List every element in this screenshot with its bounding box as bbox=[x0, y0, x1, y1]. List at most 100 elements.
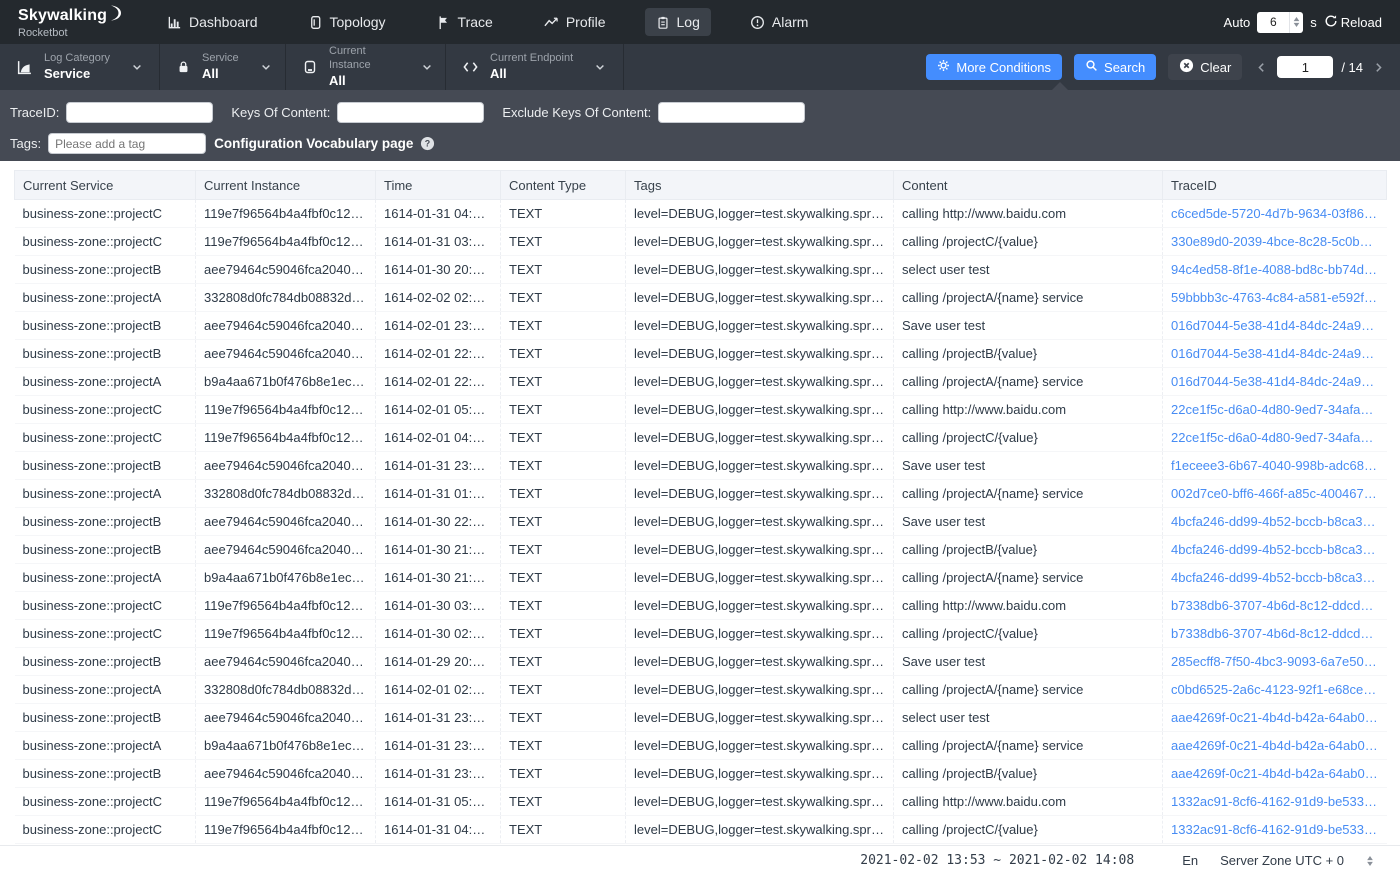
table-row: business-zone::projectC119e7f96564b4a4fb… bbox=[15, 788, 1387, 816]
table-row: business-zone::projectBaee79464c59046fca… bbox=[15, 452, 1387, 480]
cell-time: 1614-01-31 05:14:06 bbox=[376, 788, 501, 816]
cell-content: calling http://www.baidu.com bbox=[894, 592, 1163, 620]
vocabulary-page-link[interactable]: Configuration Vocabulary page bbox=[214, 136, 413, 151]
auto-reload-controls: Auto 6 s Reload bbox=[1224, 12, 1400, 33]
skywalking-log-page: Skywalking Rocketbot Dashboard Topology bbox=[0, 0, 1400, 875]
nav-item-profile[interactable]: Profile bbox=[532, 8, 617, 36]
nav-item-log[interactable]: Log bbox=[645, 8, 711, 36]
log-toolbar: Log Category Service Service All bbox=[0, 44, 1400, 90]
cell-trace-id[interactable]: 002d7ce0-bff6-466f-a85c-4004677d8fbf bbox=[1163, 480, 1387, 508]
table-row: business-zone::projectA332808d0fc784db08… bbox=[15, 284, 1387, 312]
search-button[interactable]: Search bbox=[1074, 54, 1156, 80]
logo-title: Skywalking bbox=[18, 7, 107, 25]
question-circle-icon[interactable]: ? bbox=[420, 136, 435, 151]
cell-tags: level=DEBUG,logger=test.skywalking.sprin… bbox=[626, 284, 894, 312]
nav-item-trace[interactable]: Trace bbox=[425, 8, 504, 36]
reload-button[interactable]: Reload bbox=[1324, 14, 1382, 31]
cell-trace-id[interactable]: f1eceee3-6b67-4040-998b-adc6871261c1 bbox=[1163, 452, 1387, 480]
time-range-picker[interactable]: 2021-02-02 13:53 ~ 2021-02-02 14:08 bbox=[860, 853, 1134, 868]
exclude-keys-input[interactable] bbox=[658, 102, 805, 123]
cell-trace-id[interactable]: b7338db6-3707-4b6d-8c12-ddcdabbdb45a bbox=[1163, 592, 1387, 620]
more-conditions-button[interactable]: More Conditions bbox=[926, 54, 1062, 80]
clear-button[interactable]: Clear bbox=[1168, 54, 1242, 80]
nav-item-label: Log bbox=[677, 14, 700, 30]
auto-label: Auto bbox=[1224, 15, 1251, 30]
nav-item-topology[interactable]: Topology bbox=[297, 8, 397, 36]
table-row: business-zone::projectC119e7f96564b4a4fb… bbox=[15, 228, 1387, 256]
cell-trace-id[interactable]: 016d7044-5e38-41d4-84dc-24a98624a30e bbox=[1163, 312, 1387, 340]
cell-trace-id[interactable]: 59bbbb3c-4763-4c84-a581-e592f39865bd bbox=[1163, 284, 1387, 312]
cell-instance: 119e7f96564b4a4fbf0c128a7b0... bbox=[196, 424, 376, 452]
cell-trace-id[interactable]: aae4269f-0c21-4b4d-b42a-64ab08808ac8 bbox=[1163, 732, 1387, 760]
nav-item-alarm[interactable]: Alarm bbox=[739, 8, 820, 36]
cell-time: 1614-02-01 22:56:06 bbox=[376, 368, 501, 396]
cell-trace-id[interactable]: 22ce1f5c-d6a0-4d80-9ed7-34afa1be2490 bbox=[1163, 424, 1387, 452]
cell-trace-id[interactable]: 4bcfa246-dd99-4b52-bccb-b8ca3dc5fc94 bbox=[1163, 536, 1387, 564]
cell-trace-id[interactable]: aae4269f-0c21-4b4d-b42a-64ab08808ac8 bbox=[1163, 760, 1387, 788]
trace-id-input[interactable] bbox=[66, 102, 213, 123]
zone-stepper-arrows-icon[interactable] bbox=[1366, 856, 1374, 866]
keys-of-content-input[interactable] bbox=[337, 102, 484, 123]
search-icon bbox=[1085, 59, 1098, 75]
cell-instance: aee79464c59046fca2040a6c68... bbox=[196, 536, 376, 564]
table-row: business-zone::projectAb9a4aa671b0f476b8… bbox=[15, 368, 1387, 396]
selector-value: Service bbox=[44, 66, 110, 82]
chevron-left-icon[interactable] bbox=[1254, 59, 1269, 76]
table-row: business-zone::projectBaee79464c59046fca… bbox=[15, 312, 1387, 340]
cell-trace-id[interactable]: 4bcfa246-dd99-4b52-bccb-b8ca3dc5fc94 bbox=[1163, 564, 1387, 592]
cell-trace-id[interactable]: 016d7044-5e38-41d4-84dc-24a98624a30e bbox=[1163, 368, 1387, 396]
cell-content: calling http://www.baidu.com bbox=[894, 200, 1163, 228]
auto-interval-value: 6 bbox=[1257, 15, 1289, 29]
cell-instance: 119e7f96564b4a4fbf0c128a7b0... bbox=[196, 788, 376, 816]
cell-time: 1614-01-31 23:31:05 bbox=[376, 452, 501, 480]
log-category-select[interactable]: Log Category Service bbox=[0, 44, 160, 90]
cell-tags: level=DEBUG,logger=test.skywalking.sprin… bbox=[626, 564, 894, 592]
page-number-input[interactable] bbox=[1277, 56, 1333, 78]
cell-tags: level=DEBUG,logger=test.skywalking.sprin… bbox=[626, 704, 894, 732]
cell-service: business-zone::projectB bbox=[15, 452, 196, 480]
table-row: business-zone::projectBaee79464c59046fca… bbox=[15, 760, 1387, 788]
cell-trace-id[interactable]: 1332ac91-8cf6-4162-91d9-be53361168a9 bbox=[1163, 788, 1387, 816]
cell-trace-id[interactable]: c6ced5de-5720-4d7b-9634-03f86ff55d30 bbox=[1163, 200, 1387, 228]
cell-trace-id[interactable]: aae4269f-0c21-4b4d-b42a-64ab08808ac8 bbox=[1163, 704, 1387, 732]
tags-label: Tags: bbox=[10, 136, 41, 151]
cell-service: business-zone::projectC bbox=[15, 396, 196, 424]
column-header-time: Time bbox=[376, 171, 501, 200]
current-endpoint-select[interactable]: Current Endpoint All bbox=[446, 44, 624, 90]
column-header-content: Content bbox=[894, 171, 1163, 200]
cell-service: business-zone::projectB bbox=[15, 256, 196, 284]
cell-trace-id[interactable]: 1332ac91-8cf6-4162-91d9-be53361168a9 bbox=[1163, 816, 1387, 844]
cell-service: business-zone::projectA bbox=[15, 564, 196, 592]
cell-trace-id[interactable]: 330e89d0-2039-4bce-8c28-5c0ba6bc8ce7 bbox=[1163, 228, 1387, 256]
tags-input[interactable] bbox=[48, 133, 206, 154]
cell-tags: level=DEBUG,logger=test.skywalking.sprin… bbox=[626, 424, 894, 452]
stepper-arrows-icon[interactable] bbox=[1289, 12, 1303, 33]
cell-trace-id[interactable]: b7338db6-3707-4b6d-8c12-ddcdabbdb45a bbox=[1163, 620, 1387, 648]
table-row: business-zone::projectC119e7f96564b4a4fb… bbox=[15, 424, 1387, 452]
cell-trace-id[interactable]: 94c4ed58-8f1e-4088-bd8c-bb74d8eca703 bbox=[1163, 256, 1387, 284]
nav-item-label: Topology bbox=[330, 14, 386, 30]
current-instance-select[interactable]: Current Instance All bbox=[286, 44, 446, 90]
cell-instance: 332808d0fc784db08832d40f683... bbox=[196, 480, 376, 508]
cell-trace-id[interactable]: c0bd6525-2a6c-4123-92f1-e68ce57f767d bbox=[1163, 676, 1387, 704]
cell-trace-id[interactable]: 016d7044-5e38-41d4-84dc-24a98624a30e bbox=[1163, 340, 1387, 368]
cell-time: 1614-01-31 04:03:04 bbox=[376, 200, 501, 228]
cell-instance: b9a4aa671b0f476b8e1ece6fd8f... bbox=[196, 564, 376, 592]
language-toggle[interactable]: En bbox=[1182, 853, 1198, 868]
chevron-right-icon[interactable] bbox=[1371, 59, 1386, 76]
nav-item-label: Dashboard bbox=[189, 14, 258, 30]
cell-time: 1614-02-01 23:56:07 bbox=[376, 312, 501, 340]
service-select[interactable]: Service All bbox=[160, 44, 286, 90]
cell-trace-id[interactable]: 285ecff8-7f50-4bc3-9093-6a7e50b6a9a3 bbox=[1163, 648, 1387, 676]
nav-item-dashboard[interactable]: Dashboard bbox=[156, 8, 269, 36]
cell-trace-id[interactable]: 4bcfa246-dd99-4b52-bccb-b8ca3dc5fc94 bbox=[1163, 508, 1387, 536]
cell-trace-id[interactable]: 22ce1f5c-d6a0-4d80-9ed7-34afa1be2490 bbox=[1163, 396, 1387, 424]
table-header-row: Current Service Current Instance Time Co… bbox=[15, 171, 1387, 200]
cell-content-type: TEXT bbox=[501, 704, 626, 732]
device-icon bbox=[302, 59, 318, 75]
panel-notch bbox=[1052, 82, 1068, 90]
table-row: business-zone::projectC119e7f96564b4a4fb… bbox=[15, 200, 1387, 228]
auto-interval-input[interactable]: 6 bbox=[1257, 12, 1303, 33]
conditions-row-2: Tags: Configuration Vocabulary page ? bbox=[10, 133, 1400, 154]
cell-tags: level=DEBUG,logger=test.skywalking.sprin… bbox=[626, 536, 894, 564]
